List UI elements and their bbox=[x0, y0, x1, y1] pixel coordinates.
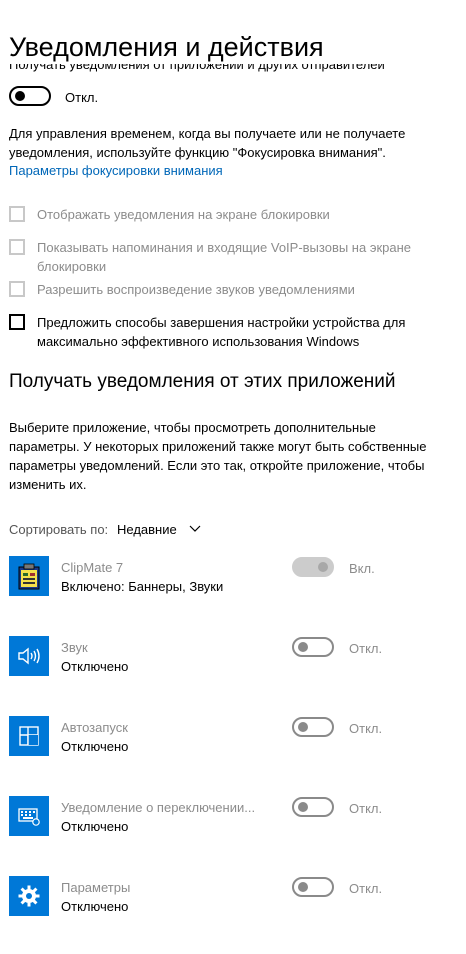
app-name[interactable]: Звук bbox=[61, 640, 88, 655]
apps-section-description: Выберите приложение, чтобы просмотреть д… bbox=[9, 420, 427, 492]
app-status: Отключено bbox=[61, 819, 129, 834]
gear-glyph bbox=[18, 885, 40, 907]
app-toggle-state: Откл. bbox=[349, 641, 383, 656]
app-name[interactable]: Уведомление о переключении... bbox=[61, 800, 255, 815]
app-toggle-state: Откл. bbox=[349, 881, 383, 896]
checkbox-label: Показывать напоминания и входящие VoIP-в… bbox=[37, 240, 412, 274]
clipmate-icon[interactable] bbox=[9, 556, 49, 596]
toggle-knob bbox=[15, 91, 25, 101]
app-status: Отключено bbox=[61, 899, 129, 914]
speaker-glyph bbox=[18, 647, 40, 665]
notifications-toggle[interactable] bbox=[9, 86, 51, 106]
toggle-knob bbox=[318, 562, 328, 572]
checkbox-label: Предложить способы завершения настройки … bbox=[37, 315, 406, 349]
clipboard-icon bbox=[18, 563, 40, 590]
autoplay-glyph bbox=[19, 726, 39, 746]
app-toggle-keyboard-switch[interactable] bbox=[292, 797, 334, 817]
app-status: Отключено bbox=[61, 739, 129, 754]
app-name[interactable]: Автозапуск bbox=[61, 720, 128, 735]
app-toggle-state: Вкл. bbox=[349, 561, 375, 576]
apps-section-title: Получать уведомления от этих приложений bbox=[9, 371, 396, 392]
toggle-knob bbox=[298, 722, 308, 732]
toggle-knob bbox=[298, 802, 308, 812]
checkbox-lock-screen-reminders[interactable] bbox=[9, 239, 25, 255]
chevron-down-icon[interactable] bbox=[188, 521, 202, 535]
notifications-toggle-label: Получать уведомления от приложений и дру… bbox=[9, 64, 385, 72]
app-toggle-clipmate[interactable] bbox=[292, 557, 334, 577]
app-status: Включено: Баннеры, Звуки bbox=[61, 579, 224, 594]
app-status: Отключено bbox=[61, 659, 129, 674]
keyboard-icon[interactable] bbox=[9, 796, 49, 836]
focus-description: Для управления временем, когда вы получа… bbox=[9, 126, 406, 160]
app-name[interactable]: ClipMate 7 bbox=[61, 560, 123, 575]
focus-settings-link[interactable]: Параметры фокусировки внимания bbox=[9, 163, 223, 178]
sort-label: Сортировать по: bbox=[9, 522, 109, 537]
gear-icon[interactable] bbox=[9, 876, 49, 916]
checkbox-lock-screen-notifications[interactable] bbox=[9, 206, 25, 222]
toggle-knob bbox=[298, 882, 308, 892]
sort-dropdown[interactable]: Недавние bbox=[117, 522, 177, 537]
page-title: Уведомления и действия bbox=[9, 30, 466, 64]
checkbox-label: Отображать уведомления на экране блокиро… bbox=[37, 207, 330, 222]
notifications-toggle-state: Откл. bbox=[65, 90, 99, 105]
toggle-knob bbox=[298, 642, 308, 652]
app-name[interactable]: Параметры bbox=[61, 880, 130, 895]
app-toggle-settings[interactable] bbox=[292, 877, 334, 897]
app-toggle-autoplay[interactable] bbox=[292, 717, 334, 737]
speaker-icon[interactable] bbox=[9, 636, 49, 676]
checkbox-label: Разрешить воспроизведение звуков уведомл… bbox=[37, 282, 355, 297]
autoplay-icon[interactable] bbox=[9, 716, 49, 756]
keyboard-glyph bbox=[18, 808, 40, 826]
app-toggle-state: Откл. bbox=[349, 721, 383, 736]
app-toggle-sound[interactable] bbox=[292, 637, 334, 657]
checkbox-notification-sounds[interactable] bbox=[9, 281, 25, 297]
app-toggle-state: Откл. bbox=[349, 801, 383, 816]
checkbox-setup-suggestions[interactable] bbox=[9, 314, 25, 330]
